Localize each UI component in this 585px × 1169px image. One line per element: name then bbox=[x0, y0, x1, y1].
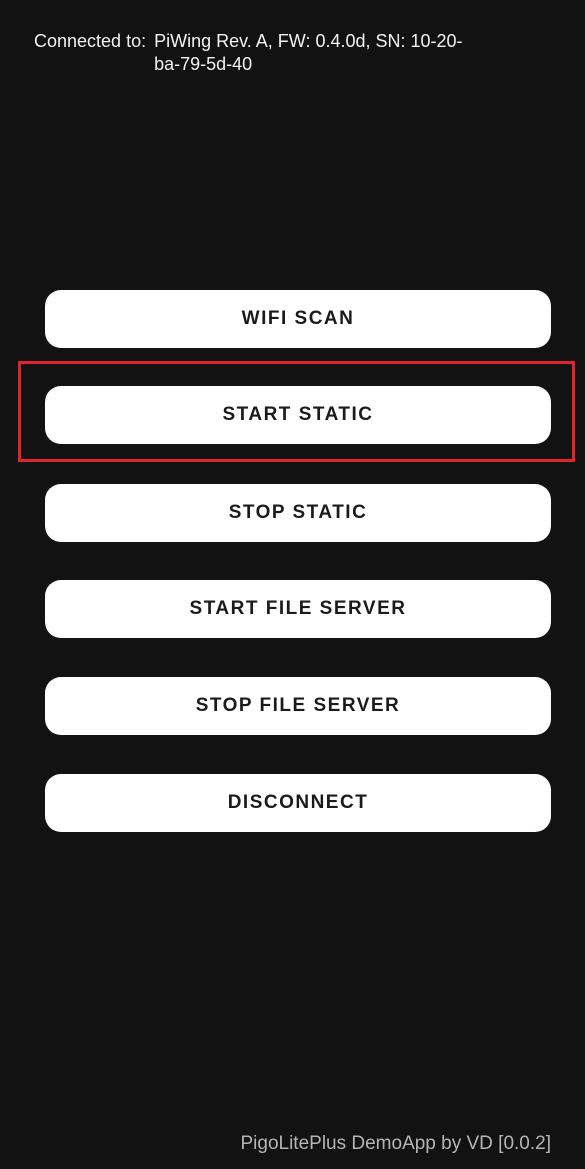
start-file-server-button[interactable]: START FILE SERVER bbox=[45, 580, 551, 638]
start-static-button[interactable]: START STATIC bbox=[45, 386, 551, 444]
connection-status: Connected to: PiWing Rev. A, FW: 0.4.0d,… bbox=[34, 30, 484, 76]
app-version-footer: PigoLitePlus DemoApp by VD [0.0.2] bbox=[240, 1133, 551, 1154]
connection-label: Connected to: bbox=[34, 31, 147, 51]
stop-file-server-button[interactable]: STOP FILE SERVER bbox=[45, 677, 551, 735]
disconnect-button[interactable]: DISCONNECT bbox=[45, 774, 551, 832]
connection-device-info: PiWing Rev. A, FW: 0.4.0d, SN: 10-20-ba-… bbox=[154, 31, 463, 74]
wifi-scan-button[interactable]: WIFI SCAN bbox=[45, 290, 551, 348]
stop-static-button[interactable]: STOP STATIC bbox=[45, 484, 551, 542]
